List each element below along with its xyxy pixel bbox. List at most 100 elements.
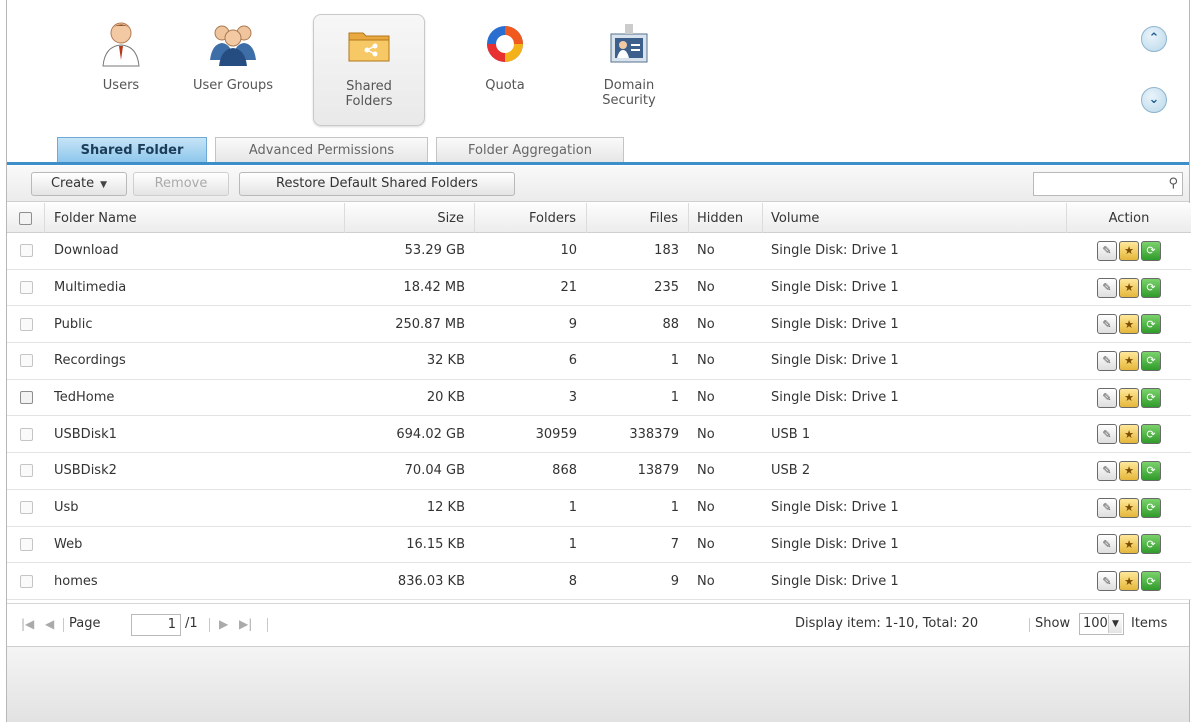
permission-icon[interactable]: ★ [1119,240,1139,261]
table-row[interactable]: USBDisk2 70.04 GB 868 13879 No USB 2 ✎ ★ ⟳ [7,453,1191,490]
header-folders[interactable]: Folders [475,203,587,233]
permission-icon[interactable]: ★ [1119,497,1139,518]
permission-icon[interactable]: ★ [1119,460,1139,481]
action-buttons: ✎ ★ ⟳ [1097,350,1161,371]
header-action: Action [1108,210,1150,226]
folders-cell: 30959 [535,426,577,442]
edit-icon[interactable]: ✎ [1097,460,1117,481]
row-checkbox[interactable] [19,427,33,441]
permission-icon[interactable]: ★ [1119,314,1139,335]
tab-folder-aggregation[interactable]: Folder Aggregation [436,137,624,162]
users-app[interactable]: Users [65,14,177,126]
row-select-cell [7,416,45,452]
refresh-icon[interactable]: ⟳ [1141,350,1161,371]
hidden-cell: No [697,243,715,259]
edit-icon[interactable]: ✎ [1097,571,1117,592]
row-checkbox[interactable] [19,281,33,295]
restore-default-shared-folders-button[interactable]: Restore Default Shared Folders [239,172,515,196]
volume-cell: Single Disk: Drive 1 [771,500,899,516]
select-all-checkbox[interactable] [19,211,32,225]
previous-page-icon[interactable]: ◀ [45,617,54,631]
table-row[interactable]: USBDisk1 694.02 GB 30959 338379 No USB 1 ✎ ★ ⟳ [7,416,1191,454]
refresh-icon[interactable]: ⟳ [1141,460,1161,481]
row-select-cell [7,380,45,416]
row-select-cell [7,563,45,599]
header-size[interactable]: Size [345,203,475,233]
page-label: Page [69,616,101,631]
page-number-input[interactable]: 1 [131,614,181,636]
table-row[interactable]: Download 53.29 GB 10 183 No Single Disk: Driv… [7,233,1191,270]
row-checkbox[interactable] [19,354,33,368]
table-row[interactable]: Usb 12 KB 1 1 No Single Disk: Drive 1 ✎ ★ ⟳ [7,489,1191,527]
action-buttons: ✎ ★ ⟳ [1097,424,1161,445]
edit-icon[interactable]: ✎ [1097,277,1117,298]
edit-icon[interactable]: ✎ [1097,424,1117,445]
permission-icon[interactable]: ★ [1119,350,1139,371]
tab-underline [7,162,1189,165]
table-row[interactable]: TedHome 20 KB 3 1 No Single Disk: Drive 1 ✎ ★ ⟳ [7,379,1191,417]
refresh-icon[interactable]: ⟳ [1141,240,1161,261]
header-files[interactable]: Files [587,203,689,233]
permission-icon[interactable]: ★ [1119,387,1139,408]
header-folder-name[interactable]: Folder Name [45,203,345,233]
quota-pie-icon [481,20,529,68]
files-cell: 7 [670,536,679,552]
scroll-down-button[interactable]: ⌄ [1141,87,1167,113]
shared-folder-table: Folder Name Size Folders Files Hidden Vo… [7,203,1191,600]
row-checkbox[interactable] [19,501,33,515]
edit-icon[interactable]: ✎ [1097,350,1117,371]
header-hidden[interactable]: Hidden [689,203,763,233]
row-checkbox[interactable] [19,464,33,478]
header-volume[interactable]: Volume [763,203,1067,233]
row-checkbox[interactable] [19,317,33,331]
refresh-icon[interactable]: ⟳ [1141,534,1161,555]
users-label: Users [102,78,140,93]
refresh-icon[interactable]: ⟳ [1141,314,1161,335]
table-row[interactable]: Web 16.15 KB 1 7 No Single Disk: Drive 1 ✎ ★ ⟳ [7,526,1191,564]
tab-advanced-permissions[interactable]: Advanced Permissions [215,137,428,162]
row-checkbox[interactable] [19,574,33,588]
table-row[interactable]: Public 250.87 MB 9 88 No Single Disk: Drive 1… [7,306,1191,344]
edit-icon[interactable]: ✎ [1097,534,1117,555]
refresh-icon[interactable]: ⟳ [1141,571,1161,592]
hidden-cell: No [697,316,715,332]
edit-icon[interactable]: ✎ [1097,314,1117,335]
remove-button[interactable]: Remove [133,172,229,196]
scroll-up-button[interactable]: ⌃ [1141,26,1167,52]
user-groups-app[interactable]: User Groups [177,14,289,126]
refresh-icon[interactable]: ⟳ [1141,387,1161,408]
hidden-cell: No [697,573,715,589]
domain-security-app[interactable]: Domain Security [573,14,685,126]
table-row[interactable]: homes 836.03 KB 8 9 No Single Disk: Drive 1 ✎ ★… [7,563,1191,600]
files-cell: 1 [670,500,679,516]
refresh-icon[interactable]: ⟳ [1141,497,1161,518]
permission-icon[interactable]: ★ [1119,534,1139,555]
folder-name-cell: Recordings [54,353,126,369]
last-page-icon[interactable]: ▶| [239,617,252,631]
refresh-icon[interactable]: ⟳ [1141,277,1161,298]
edit-icon[interactable]: ✎ [1097,497,1117,518]
divider [267,618,268,632]
create-button[interactable]: Create ▼ [31,172,127,196]
tab-shared-folder[interactable]: Shared Folder [57,137,207,162]
edit-icon[interactable]: ✎ [1097,240,1117,261]
permission-icon[interactable]: ★ [1119,424,1139,445]
size-cell: 250.87 MB [395,316,465,332]
permission-icon[interactable]: ★ [1119,277,1139,298]
table-row[interactable]: Recordings 32 KB 6 1 No Single Disk: Drive 1 ✎… [7,343,1191,380]
files-cell: 183 [654,243,679,259]
row-checkbox[interactable] [19,537,33,551]
shared-folders-app[interactable]: Shared Folders [313,14,425,126]
row-checkbox[interactable] [19,391,33,405]
search-input[interactable]: ⚲ [1033,172,1183,196]
quota-app[interactable]: Quota [449,14,561,126]
next-page-icon[interactable]: ▶ [219,617,228,631]
first-page-icon[interactable]: |◀ [21,617,34,631]
items-per-page-select[interactable]: 100 ▼ [1079,613,1124,635]
refresh-icon[interactable]: ⟳ [1141,424,1161,445]
table-row[interactable]: Multimedia 18.42 MB 21 235 No Single Disk: Dr… [7,269,1191,307]
permission-icon[interactable]: ★ [1119,571,1139,592]
edit-icon[interactable]: ✎ [1097,387,1117,408]
search-icon[interactable]: ⚲ [1168,176,1178,191]
row-checkbox[interactable] [19,244,33,258]
